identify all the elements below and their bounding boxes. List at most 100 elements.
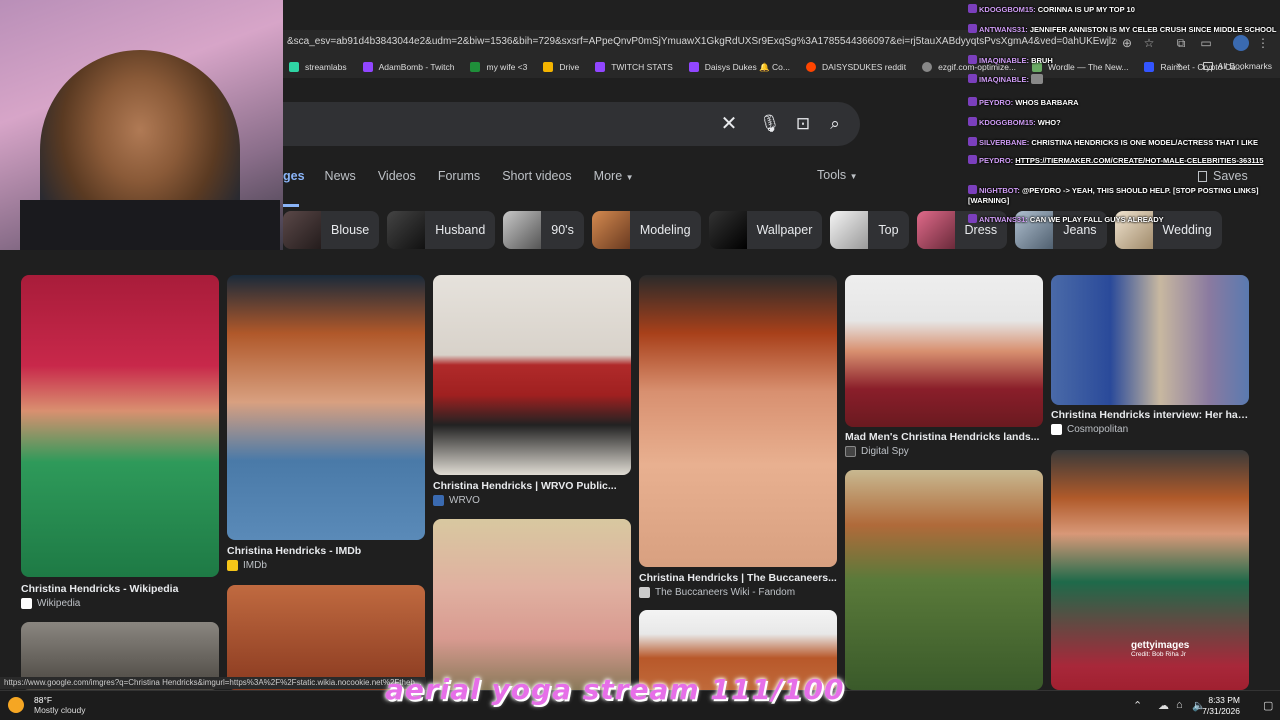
search-box[interactable]: ✕ 🎙 ⊡ ⌕ — [250, 102, 860, 146]
tab-news[interactable]: News — [325, 169, 356, 189]
chat-text: HTTPS://TIERMAKER.COM/CREATE/HOT-MALE-CE… — [1015, 156, 1264, 165]
bookmark-item[interactable]: AdamBomb - Twitch — [362, 62, 455, 72]
result-source-label: Digital Spy — [861, 446, 909, 457]
cosmopolitan-icon — [1051, 424, 1062, 435]
weather-widget[interactable]: 88°F Mostly cloudy — [8, 695, 86, 715]
image-result[interactable]: Christina Hendricks - Wikipedia Wikipedi… — [21, 275, 219, 615]
bookmark-item[interactable]: Daisys Dukes 🔔 Co... — [688, 62, 790, 73]
caret-down-icon: ▼ — [849, 172, 858, 181]
chat-badge-icon — [968, 137, 977, 146]
bookmark-item[interactable]: streamlabs — [289, 62, 347, 72]
chat-message: IMAQINABLE: — [968, 74, 1280, 85]
chip-label: Top — [878, 223, 899, 237]
chip-thumbnail — [916, 211, 955, 249]
chat-badge-icon — [968, 74, 977, 83]
result-image[interactable] — [639, 275, 837, 567]
result-image[interactable] — [433, 519, 631, 690]
search-tabs: ges News Videos Forums Short videos More… — [283, 169, 656, 189]
bookmark-favicon — [688, 62, 699, 72]
bookmark-item[interactable]: DAISYSDUKES reddit — [805, 62, 906, 72]
chat-text: CAN WE PLAY FALL GUYS ALREADY — [1029, 215, 1164, 224]
chat-username: PEYDRO: — [979, 156, 1014, 165]
bookmark-item[interactable]: TWITCH STATS — [595, 62, 673, 72]
chip-90s[interactable]: 90's — [503, 211, 584, 249]
bookmark-favicon — [289, 62, 299, 72]
tab-more-label: More — [593, 169, 623, 183]
bookmark-favicon — [470, 62, 481, 72]
lens-camera-icon[interactable]: ⊡ — [793, 114, 813, 134]
result-title[interactable]: Mad Men's Christina Hendricks lands... — [845, 431, 1043, 443]
result-image[interactable] — [227, 275, 425, 540]
imdb-icon — [227, 560, 238, 571]
chat-username: ANTWANS31: — [979, 25, 1028, 34]
bookmark-item[interactable]: my wife <3 — [470, 62, 527, 72]
chat-message: IMAQINABLE: BRUH — [968, 55, 1280, 66]
chat-badge-icon — [968, 55, 977, 64]
clock-date: 7/31/2026 — [1202, 706, 1240, 716]
chat-message: KDOGGBOM15: CORINNA IS UP MY TOP 10 — [968, 4, 1280, 15]
image-result[interactable] — [433, 519, 631, 690]
chat-username: NIGHTBOT: — [979, 186, 1020, 195]
result-image[interactable] — [845, 275, 1043, 427]
microphone-icon[interactable]: 🎙 — [759, 114, 781, 134]
chat-message: PEYDRO: HTTPS://TIERMAKER.COM/CREATE/HOT… — [968, 155, 1280, 166]
image-result[interactable]: gettyimages Credit: Bob Riha Jr — [1051, 450, 1249, 690]
result-image[interactable] — [1051, 275, 1249, 405]
tray-overflow-icon[interactable]: ⌃ — [1133, 699, 1142, 712]
chip-label: 90's — [551, 223, 574, 237]
chip-blouse[interactable]: Blouse — [283, 211, 380, 249]
result-image[interactable]: gettyimages Credit: Bob Riha Jr — [1051, 450, 1249, 690]
chat-text: WHOS BARBARA — [1015, 98, 1079, 107]
result-image[interactable] — [845, 470, 1043, 690]
bookmark-label: Drive — [559, 62, 580, 72]
image-result[interactable]: Christina Hendricks | The Buccaneers... … — [639, 275, 837, 605]
stream-chat-overlay: KDOGGBOM15: CORINNA IS UP MY TOP 10 ANTW… — [968, 0, 1280, 230]
result-source-label: Cosmopolitan — [1067, 424, 1129, 435]
image-result[interactable]: Christina Hendricks | WRVO Public... WRV… — [433, 275, 631, 511]
stream-title-overlay: aerial yoga stream 111/100 — [385, 673, 845, 706]
chip-modeling[interactable]: Modeling — [591, 211, 701, 249]
chat-message: PEYDRO: WHOS BARBARA — [968, 97, 1280, 108]
chat-message: ANTWANS31: JENNIFER ANNISTON IS MY CELEB… — [968, 24, 1280, 35]
network-icon[interactable]: ⌂ — [1176, 699, 1183, 711]
search-icon[interactable]: ⌕ — [825, 114, 845, 134]
chip-label: Husband — [435, 223, 486, 237]
result-image[interactable] — [21, 275, 219, 577]
chip-wallpaper[interactable]: Wallpaper — [708, 211, 823, 249]
result-title[interactable]: Christina Hendricks - Wikipedia — [21, 583, 219, 595]
tab-more[interactable]: More ▼ — [594, 169, 634, 189]
tab-short-videos[interactable]: Short videos — [502, 169, 571, 189]
bookmark-item[interactable]: Drive — [543, 62, 579, 72]
wrvo-icon — [433, 495, 444, 506]
taskbar-clock[interactable]: 8:33 PM 7/31/2026 — [1202, 695, 1240, 717]
chat-message: NIGHTBOT: @PEYDRO -> YEAH, THIS SHOULD H… — [968, 185, 1280, 206]
chat-message: KDOGGBOM15: WHO? — [968, 117, 1280, 128]
result-source: Cosmopolitan — [1051, 424, 1128, 435]
result-title[interactable]: Christina Hendricks - IMDb — [227, 545, 425, 557]
chat-badge-icon — [968, 214, 977, 223]
result-title[interactable]: Christina Hendricks interview: Her hair.… — [1051, 409, 1249, 421]
result-title[interactable]: Christina Hendricks | WRVO Public... — [433, 480, 631, 492]
chat-badge-icon — [968, 97, 977, 106]
result-title[interactable]: Christina Hendricks | The Buccaneers... — [639, 572, 837, 584]
wikipedia-icon — [21, 598, 32, 609]
tab-images[interactable]: ges — [283, 169, 305, 189]
notifications-icon[interactable]: ▢ — [1263, 699, 1273, 712]
tab-videos[interactable]: Videos — [378, 169, 416, 189]
image-result[interactable] — [845, 470, 1043, 690]
chip-husband[interactable]: Husband — [387, 211, 496, 249]
result-image[interactable] — [433, 275, 631, 475]
image-result[interactable]: Christina Hendricks - IMDb IMDb — [227, 275, 425, 575]
image-result[interactable]: Mad Men's Christina Hendricks lands... D… — [845, 275, 1043, 465]
watermark-brand: gettyimages — [1131, 640, 1190, 651]
image-result[interactable]: Christina Hendricks interview: Her hair.… — [1051, 275, 1249, 443]
clear-icon[interactable]: ✕ — [719, 114, 739, 134]
tab-forums[interactable]: Forums — [438, 169, 480, 189]
chip-thumbnail — [283, 211, 321, 249]
result-source-label: The Buccaneers Wiki - Fandom — [655, 587, 796, 598]
result-source-label: IMDb — [243, 560, 267, 571]
chip-top[interactable]: Top — [830, 211, 909, 249]
onedrive-icon[interactable]: ☁ — [1158, 699, 1169, 712]
bookmark-label: AdamBomb - Twitch — [378, 62, 455, 72]
tools-button[interactable]: Tools ▼ — [817, 168, 858, 182]
